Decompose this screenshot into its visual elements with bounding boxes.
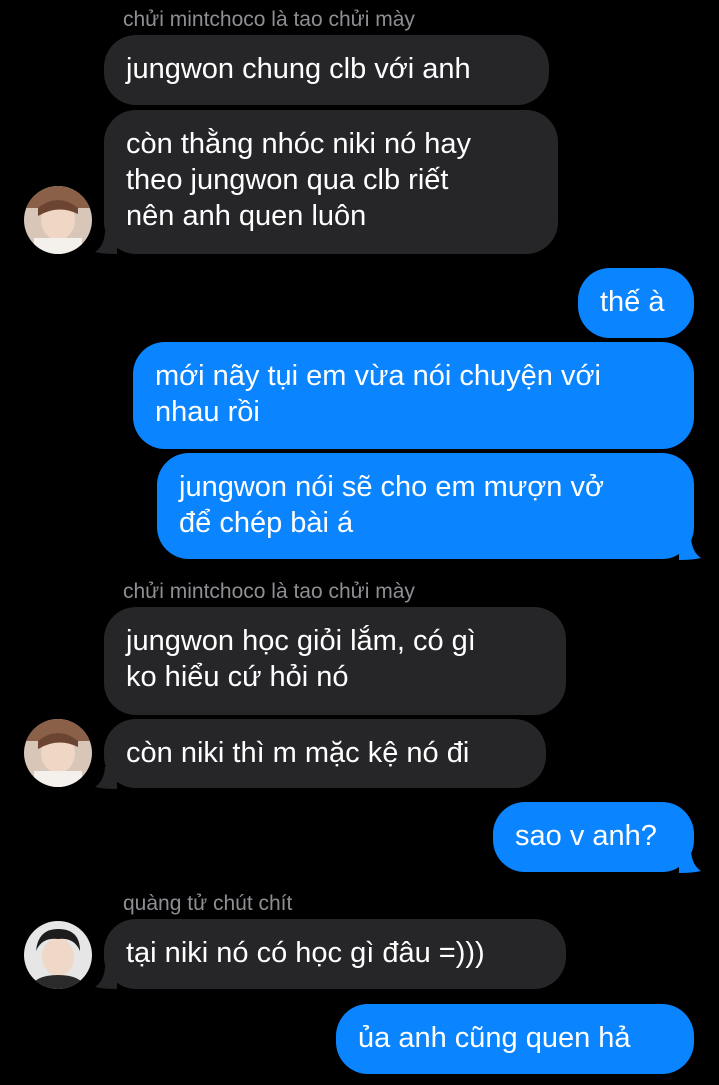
sender-name: chửi mintchoco là tao chửi mày — [123, 8, 415, 31]
user-avatar-photo-icon — [24, 186, 92, 254]
sender-name: chửi mintchoco là tao chửi mày — [123, 580, 415, 603]
avatar[interactable] — [24, 921, 92, 989]
sender-name: quàng tử chút chít — [123, 892, 293, 915]
avatar[interactable] — [24, 186, 92, 254]
bubble-tail-icon — [95, 967, 117, 989]
user-avatar-photo-icon — [24, 921, 92, 989]
avatar[interactable] — [24, 719, 92, 787]
bubble-tail-icon — [95, 232, 117, 254]
bubble-tail-icon — [95, 767, 117, 789]
message-bubble-incoming[interactable]: tại niki nó có học gì đâu =))) — [104, 919, 566, 989]
message-bubble-outgoing[interactable]: thế à — [578, 268, 694, 338]
message-bubble-outgoing[interactable]: jungwon nói sẽ cho em mượn vở để chép bà… — [157, 453, 694, 559]
user-avatar-photo-icon — [24, 719, 92, 787]
message-bubble-outgoing[interactable]: ủa anh cũng quen hả — [336, 1004, 694, 1074]
message-bubble-incoming[interactable]: còn niki thì m mặc kệ nó đi — [104, 719, 546, 788]
message-bubble-outgoing[interactable]: sao v anh? — [493, 802, 694, 872]
bubble-tail-icon — [679, 851, 701, 873]
message-bubble-incoming[interactable]: còn thằng nhóc niki nó hay theo jungwon … — [104, 110, 558, 254]
message-bubble-outgoing[interactable]: mới nãy tụi em vừa nói chuyện với nhau r… — [133, 342, 694, 449]
message-bubble-incoming[interactable]: jungwon học giỏi lắm, có gì ko hiểu cứ h… — [104, 607, 566, 715]
message-bubble-incoming[interactable]: jungwon chung clb với anh — [104, 35, 549, 105]
bubble-tail-icon — [679, 538, 701, 560]
